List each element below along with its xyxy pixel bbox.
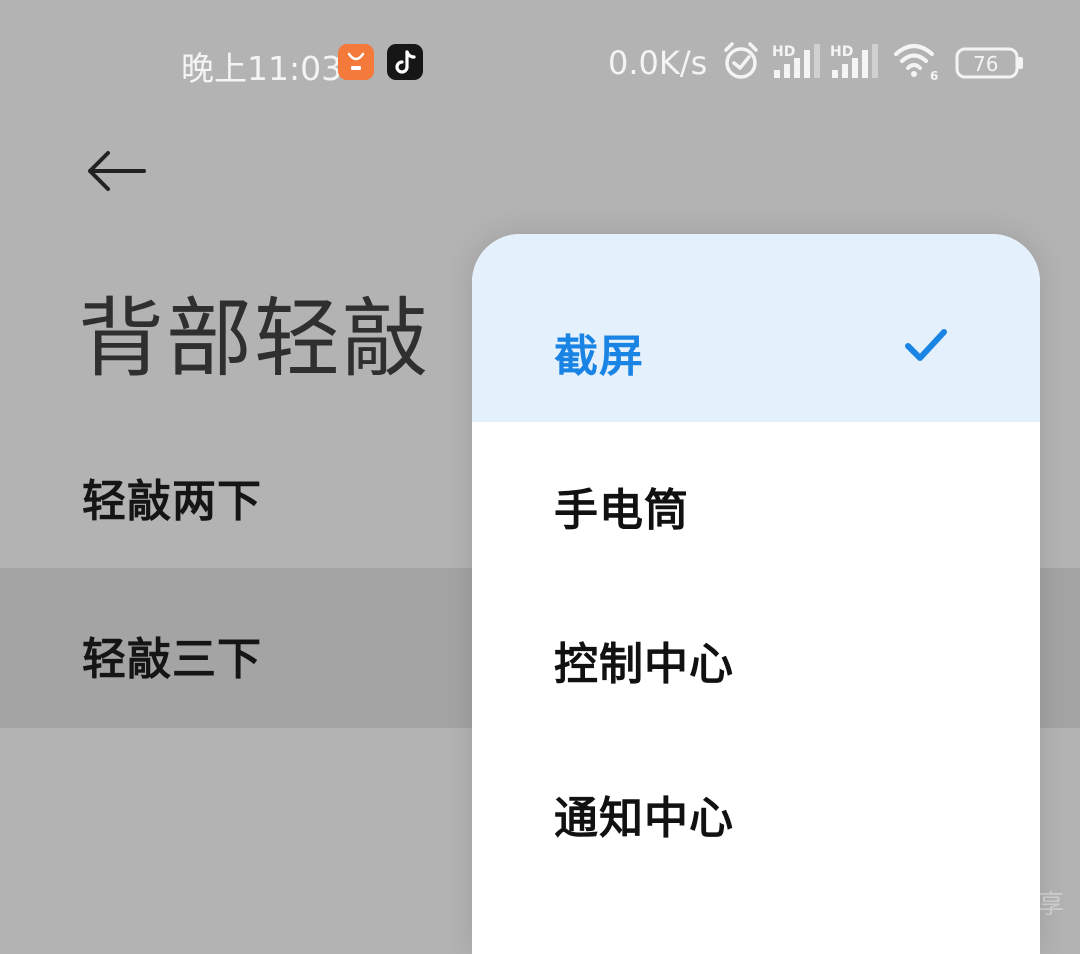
- tiktok-icon: [387, 44, 423, 80]
- dropdown-option-label: 手电筒: [554, 485, 689, 536]
- battery-icon: 76: [955, 47, 1023, 79]
- status-bar: 晚上11:03 0.0K/s HD HD 6 76: [0, 0, 1080, 126]
- watermark: 享: [1038, 890, 1065, 920]
- svg-text:HD: HD: [772, 44, 795, 60]
- back-arrow-icon[interactable]: [86, 148, 148, 194]
- setting-row-label: 轻敲三下: [82, 634, 262, 685]
- svg-text:76: 76: [973, 52, 998, 76]
- status-time: 晚上11:03: [181, 49, 343, 88]
- dropdown-option-notification-center[interactable]: 通知中心: [472, 734, 1040, 890]
- network-speed: 0.0K/s: [608, 44, 708, 82]
- dropdown-option-label: 通知中心: [554, 793, 734, 844]
- svg-text:6: 6: [930, 69, 938, 82]
- dropdown-option-control-center[interactable]: 控制中心: [472, 578, 1040, 734]
- cellular-signal-icon: HD: [772, 44, 820, 78]
- action-dropdown-menu: 截屏 手电筒 控制中心 通知中心: [472, 234, 1040, 954]
- alarm-icon: [724, 42, 758, 79]
- svg-text:HD: HD: [830, 44, 853, 60]
- cellular-signal-icon: HD: [830, 44, 878, 78]
- dropdown-option-flashlight[interactable]: 手电筒: [472, 422, 1040, 578]
- setting-row-label: 轻敲两下: [82, 476, 262, 527]
- page-title: 背部轻敲: [78, 289, 430, 389]
- mi-store-icon: [338, 44, 374, 80]
- wifi-icon: 6: [894, 44, 938, 82]
- dropdown-option-screenshot[interactable]: 截屏: [472, 234, 1040, 422]
- checkmark-icon: [905, 329, 947, 361]
- dropdown-option-label: 截屏: [554, 331, 644, 382]
- dropdown-option-label: 控制中心: [554, 639, 734, 690]
